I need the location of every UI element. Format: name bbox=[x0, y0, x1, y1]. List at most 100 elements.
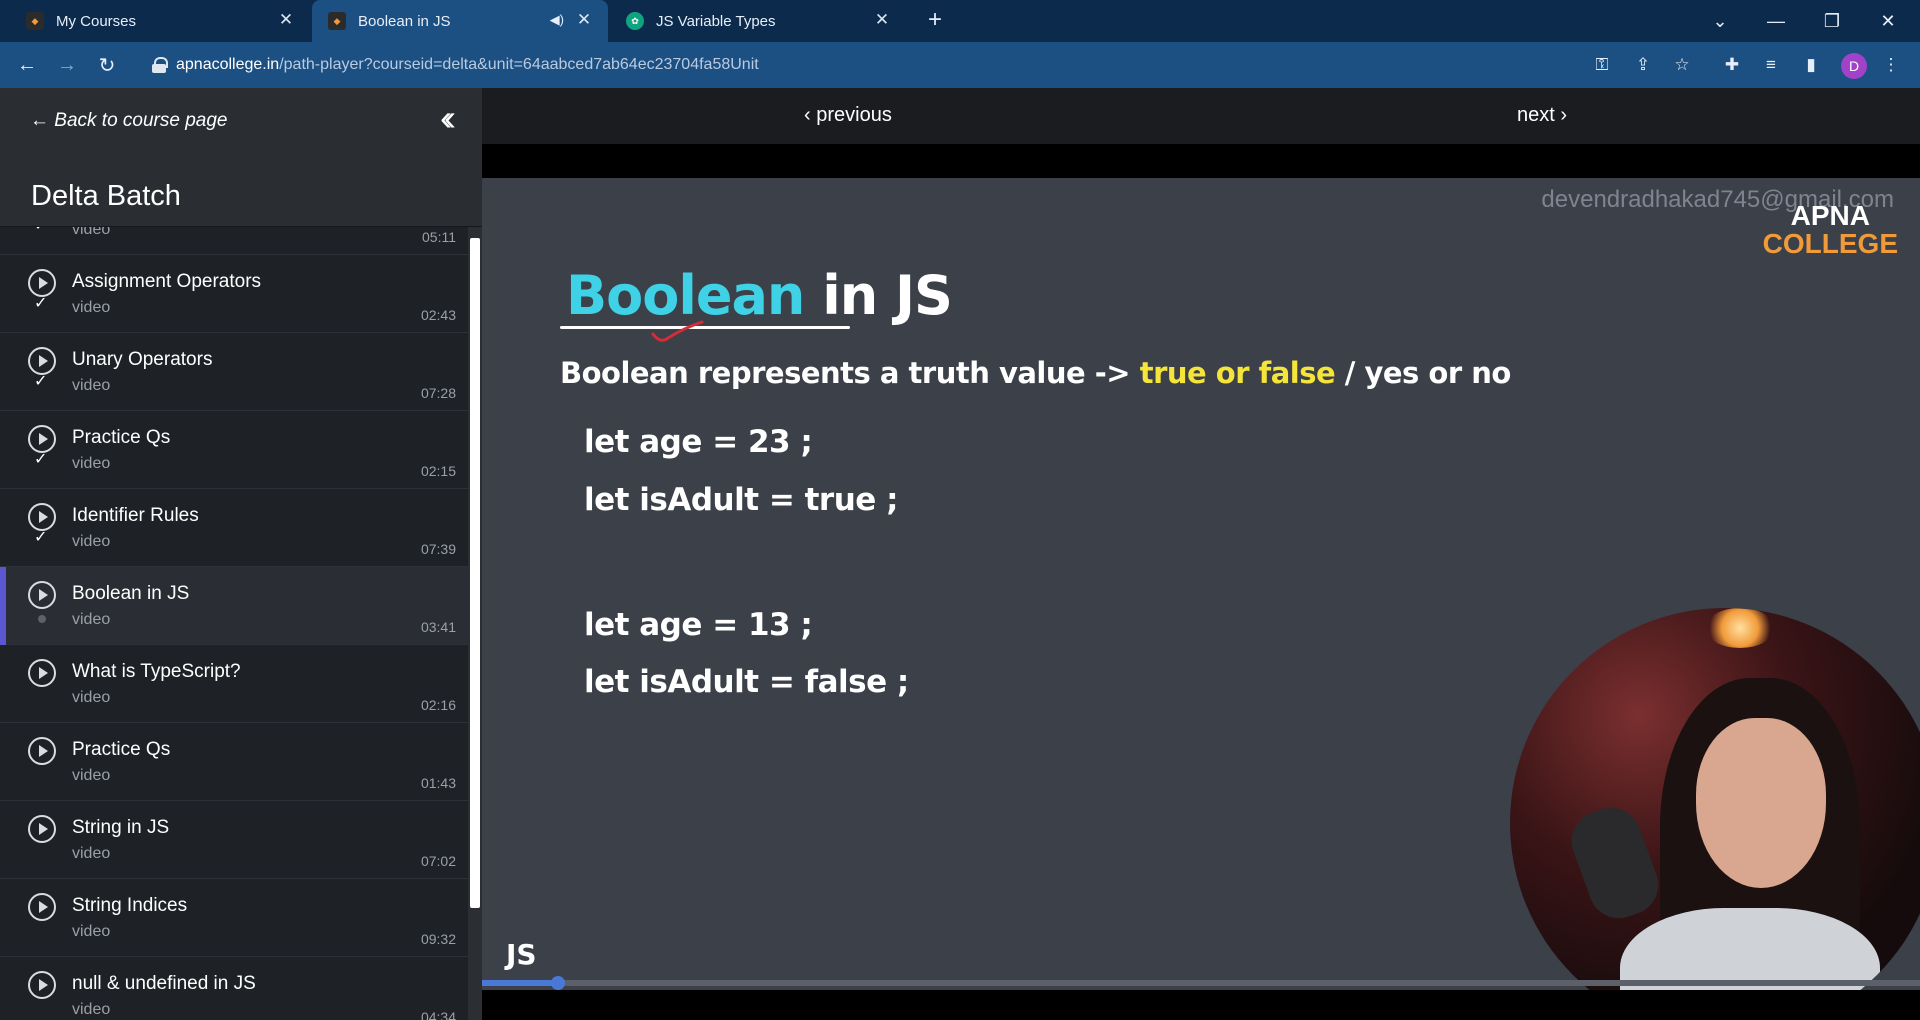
lesson-item-current[interactable]: Boolean in JS video 03:41 bbox=[0, 567, 468, 645]
video-player[interactable]: devendradhakad745@gmail.com APNA COLLEGE… bbox=[482, 178, 1920, 990]
lesson-duration: 03:41 bbox=[420, 619, 456, 635]
profile-avatar[interactable]: D bbox=[1841, 53, 1867, 79]
slide-subtitle: Boolean represents a truth value -> true… bbox=[560, 356, 1511, 390]
lesson-title: Practice Qs bbox=[72, 739, 171, 760]
tab-my-courses[interactable]: ◆ My Courses ✕ bbox=[10, 0, 310, 42]
lesson-title: null & undefined in JS bbox=[72, 973, 256, 994]
lesson-duration: 02:43 bbox=[420, 307, 456, 323]
tab-title: My Courses bbox=[56, 12, 137, 30]
play-circle-icon bbox=[28, 581, 56, 609]
lesson-type: video bbox=[72, 455, 111, 472]
lesson-type: video bbox=[72, 689, 111, 706]
lesson-title: Assignment Operators bbox=[72, 271, 262, 292]
code-line: let isAdult = true ; bbox=[584, 482, 899, 518]
browser-toolbar: ← → ↻ apnacollege.in/path-player?coursei… bbox=[0, 42, 1920, 88]
code-line: let isAdult = false ; bbox=[584, 664, 909, 700]
lesson-item[interactable]: ✓ Practice Qs video 02:15 bbox=[0, 411, 468, 489]
lesson-item[interactable]: ✓ video 05:11 bbox=[0, 227, 468, 255]
lesson-duration: 07:39 bbox=[420, 541, 456, 557]
lesson-type: video bbox=[72, 923, 111, 940]
minimize-icon[interactable]: — bbox=[1748, 0, 1804, 42]
tab-bar: ◆ My Courses ✕ ◆ Boolean in JS ◀) ✕ ✿ JS… bbox=[0, 0, 1920, 42]
course-sidebar: ← Back to course page ‹‹ Delta Batch ✓ v… bbox=[0, 88, 482, 1020]
lesson-item[interactable]: null & undefined in JS video 04:34 bbox=[0, 957, 468, 1020]
tab-title: JS Variable Types bbox=[656, 12, 776, 30]
microphone bbox=[1563, 799, 1667, 927]
key-icon[interactable]: ⚿ bbox=[1588, 51, 1616, 79]
side-panel-icon[interactable]: ▮ bbox=[1797, 51, 1825, 79]
instructor-shirt bbox=[1620, 908, 1880, 990]
slide-title-rest: in JS bbox=[822, 264, 953, 327]
lesson-type: video bbox=[72, 845, 111, 862]
play-circle-icon bbox=[28, 893, 56, 921]
lesson-duration: 09:32 bbox=[420, 931, 456, 947]
next-button[interactable]: next › bbox=[1517, 104, 1567, 127]
completed-check-icon: ✓ bbox=[34, 295, 48, 312]
sidebar-scrollbar-thumb[interactable] bbox=[470, 238, 480, 908]
close-tab-icon[interactable]: ✕ bbox=[576, 11, 592, 28]
apna-college-logo: APNA COLLEGE bbox=[1763, 202, 1898, 258]
lesson-duration: 05:11 bbox=[422, 229, 456, 245]
forward-icon[interactable]: → bbox=[52, 50, 82, 80]
lesson-type: video bbox=[72, 533, 111, 550]
lesson-item[interactable]: String Indices video 09:32 bbox=[0, 879, 468, 957]
play-circle-icon bbox=[28, 737, 56, 765]
red-tick-annotation bbox=[651, 320, 704, 342]
lesson-title: Practice Qs bbox=[72, 427, 171, 448]
logo-line-1: APNA bbox=[1790, 200, 1870, 231]
lesson-item[interactable]: What is TypeScript? video 02:16 bbox=[0, 645, 468, 723]
close-tab-icon[interactable]: ✕ bbox=[278, 11, 294, 28]
lesson-item[interactable]: ✓ Identifier Rules video 07:39 bbox=[0, 489, 468, 567]
tab-boolean-in-js[interactable]: ◆ Boolean in JS ◀) ✕ bbox=[312, 0, 608, 42]
restore-icon[interactable]: ❐ bbox=[1804, 0, 1860, 42]
tab-search-icon[interactable]: ⌄ bbox=[1692, 0, 1748, 42]
previous-label: previous bbox=[816, 104, 892, 126]
completed-check-icon: ✓ bbox=[34, 227, 47, 235]
close-window-icon[interactable]: ✕ bbox=[1860, 0, 1916, 42]
previous-button[interactable]: ‹ previous bbox=[804, 104, 892, 127]
apna-college-favicon-icon: ◆ bbox=[26, 12, 44, 30]
back-to-course-link[interactable]: ← Back to course page bbox=[30, 110, 228, 132]
reload-icon[interactable]: ↻ bbox=[92, 50, 122, 80]
lesson-duration: 01:43 bbox=[420, 775, 456, 791]
next-label: next bbox=[1517, 104, 1555, 126]
address-bar[interactable]: apnacollege.in/path-player?courseid=delt… bbox=[138, 49, 1798, 81]
video-progress-knob[interactable] bbox=[551, 976, 565, 990]
lesson-item[interactable]: ✓ Unary Operators video 07:28 bbox=[0, 333, 468, 411]
lesson-duration: 02:15 bbox=[420, 463, 456, 479]
lesson-title: Boolean in JS bbox=[72, 583, 190, 604]
url-host: apnacollege.in bbox=[176, 56, 280, 73]
menu-kebab-icon[interactable]: ⋮ bbox=[1877, 51, 1905, 79]
code-line: let age = 23 ; bbox=[584, 424, 813, 460]
completed-check-icon: ✓ bbox=[34, 373, 48, 390]
lesson-item[interactable]: Practice Qs video 01:43 bbox=[0, 723, 468, 801]
lesson-item[interactable]: String in JS video 07:02 bbox=[0, 801, 468, 879]
back-link-label: Back to course page bbox=[54, 110, 228, 131]
instructor-face bbox=[1696, 718, 1826, 888]
lesson-duration: 04:34 bbox=[420, 1009, 456, 1020]
collapse-sidebar-icon[interactable]: ‹‹ bbox=[440, 100, 456, 136]
url-path: /path-player?courseid=delta&unit=64aabce… bbox=[279, 56, 759, 73]
new-tab-icon[interactable]: + bbox=[922, 8, 948, 34]
speaker-icon[interactable]: ◀) bbox=[550, 12, 564, 28]
lesson-title: Identifier Rules bbox=[72, 505, 199, 526]
lesson-type: video bbox=[72, 611, 111, 628]
lesson-title: What is TypeScript? bbox=[72, 661, 241, 682]
extensions-icon[interactable]: ✚ bbox=[1718, 51, 1746, 79]
media-control-icon[interactable]: ≡ bbox=[1757, 51, 1785, 79]
logo-line-2: COLLEGE bbox=[1762, 228, 1898, 259]
back-icon[interactable]: ← bbox=[12, 50, 42, 80]
close-tab-icon[interactable]: ✕ bbox=[874, 11, 890, 28]
lesson-title: Unary Operators bbox=[72, 349, 213, 370]
bookmark-star-icon[interactable]: ☆ bbox=[1668, 51, 1696, 79]
main-content: ‹ previous next › devendradhakad745@gmai… bbox=[482, 88, 1920, 1020]
lesson-item[interactable]: ✓ Assignment Operators video 02:43 bbox=[0, 255, 468, 333]
video-progress-track[interactable] bbox=[482, 980, 1920, 986]
subtitle-end: / yes or no bbox=[1344, 356, 1512, 390]
share-icon[interactable]: ⇪ bbox=[1629, 51, 1657, 79]
lesson-duration: 07:02 bbox=[420, 853, 456, 869]
tab-js-variable-types[interactable]: ✿ JS Variable Types ✕ bbox=[610, 0, 906, 42]
course-title: Delta Batch bbox=[31, 180, 181, 212]
in-progress-dot-icon bbox=[38, 615, 46, 623]
tab-title: Boolean in JS bbox=[358, 12, 451, 30]
